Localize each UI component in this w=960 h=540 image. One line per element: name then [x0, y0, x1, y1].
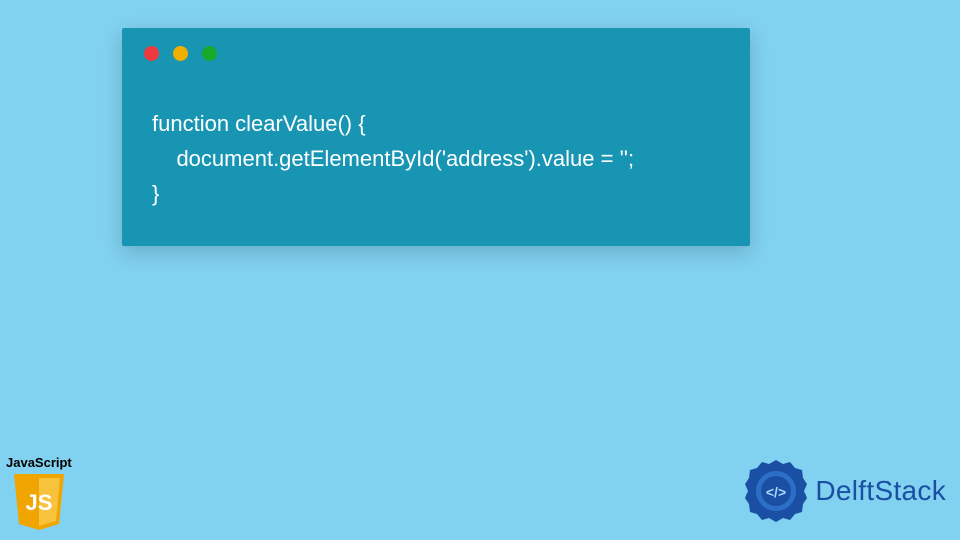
delftstack-brand: </> DelftStack — [743, 458, 946, 524]
code-line: document.getElementById('address').value… — [152, 146, 634, 171]
logo-code-icon: </> — [766, 484, 786, 500]
js-shield-text: JS — [25, 490, 52, 515]
maximize-icon — [202, 46, 217, 61]
code-line: function clearValue() { — [152, 111, 366, 136]
code-block: function clearValue() { document.getElem… — [152, 106, 720, 212]
window-traffic-lights — [144, 46, 217, 61]
javascript-badge: JavaScript JS — [6, 455, 72, 532]
close-icon — [144, 46, 159, 61]
code-line: } — [152, 181, 159, 206]
javascript-label: JavaScript — [6, 455, 72, 470]
minimize-icon — [173, 46, 188, 61]
code-window: function clearValue() { document.getElem… — [122, 28, 750, 246]
delftstack-name: DelftStack — [815, 475, 946, 507]
delftstack-logo-icon: </> — [743, 458, 809, 524]
javascript-shield-icon: JS — [12, 472, 66, 532]
